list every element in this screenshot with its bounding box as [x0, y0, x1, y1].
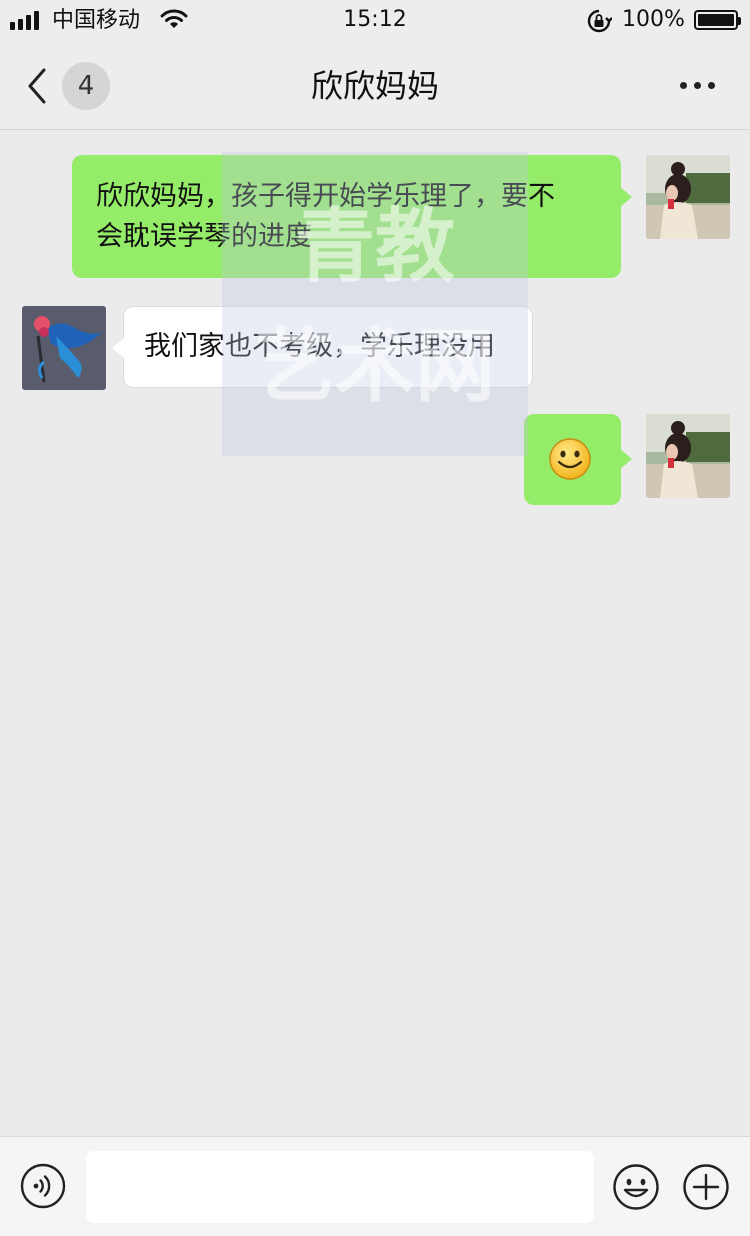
smiley-icon[interactable]	[612, 1163, 660, 1211]
chat-title: 欣欣妈妈	[310, 67, 439, 105]
message-bubble-sent[interactable]: 欣欣妈妈，孩子得开始学乐理了，要不 会耽误学琴的进度	[72, 155, 632, 278]
message-input[interactable]	[86, 1151, 594, 1223]
battery-percent: 100%	[622, 7, 685, 32]
plus-icon[interactable]	[682, 1163, 730, 1211]
more-options-button[interactable]	[670, 72, 726, 102]
message-bubble-sent-emoji[interactable]	[524, 414, 632, 505]
girl-avatar-image	[646, 414, 730, 498]
message-text-line: 欣欣妈妈，孩子得开始学乐理了，要不	[96, 181, 555, 212]
my-avatar[interactable]	[646, 414, 730, 498]
message-bubble-received[interactable]: 我们家也不考级，学乐理没用	[112, 306, 533, 388]
message-list[interactable]: 欣欣妈妈，孩子得开始学乐理了，要不 会耽误学琴的进度 我们家也不考级，学乐理没用…	[0, 130, 750, 1136]
hummingbird-avatar-image	[22, 306, 106, 390]
more-dots-icon	[680, 82, 687, 89]
message-text-line: 会耽误学琴的进度	[96, 221, 312, 252]
message-text: 我们家也不考级，学乐理没用	[144, 331, 495, 362]
status-bar: 中国移动 15:12 100%	[0, 0, 750, 42]
smile-emoji-icon	[549, 438, 591, 480]
voice-icon[interactable]	[20, 1163, 66, 1209]
rotation-lock-icon	[587, 9, 612, 33]
input-bar	[0, 1136, 750, 1236]
battery-icon	[694, 10, 741, 30]
girl-avatar-image	[646, 155, 730, 239]
chat-header: 4 欣欣妈妈	[0, 42, 750, 130]
my-avatar[interactable]	[646, 155, 730, 239]
contact-avatar[interactable]	[22, 306, 106, 390]
